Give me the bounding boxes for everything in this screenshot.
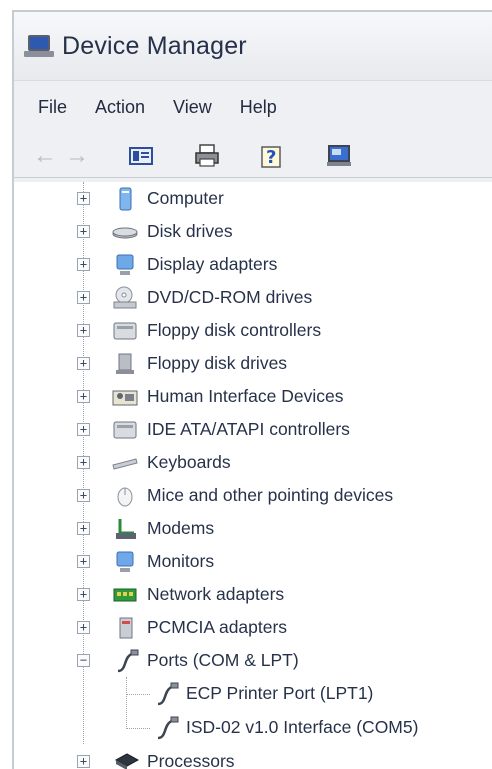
expand-icon[interactable]: + <box>77 390 90 403</box>
disk-drive-icon <box>112 220 138 244</box>
tree-item-label: DVD/CD-ROM drives <box>147 287 313 307</box>
tree-item-label: Monitors <box>147 551 215 571</box>
keyboard-icon <box>112 451 138 475</box>
floppy-controller-icon <box>112 319 138 343</box>
menu-view[interactable]: View <box>173 97 212 118</box>
menu-action[interactable]: Action <box>95 97 145 118</box>
tree-item-label: Floppy disk controllers <box>147 320 322 340</box>
collapse-icon[interactable]: − <box>77 654 90 667</box>
expand-icon[interactable]: + <box>77 423 90 436</box>
tree-item-label: Human Interface Devices <box>147 386 344 406</box>
menu-help[interactable]: Help <box>240 97 277 118</box>
port-icon <box>114 649 140 673</box>
hid-icon <box>112 385 138 409</box>
ide-controller-icon <box>112 418 138 442</box>
monitor-icon <box>114 550 140 574</box>
tree-item-label: ISD-02 v1.0 Interface (COM5) <box>186 717 419 737</box>
expand-icon[interactable]: + <box>77 258 90 271</box>
menu-bar: File Action View Help <box>14 80 492 134</box>
computer-icon <box>114 187 140 211</box>
expand-icon[interactable]: + <box>77 225 90 238</box>
help-icon[interactable]: ? <box>258 141 288 171</box>
properties-icon[interactable] <box>126 141 156 171</box>
network-adapter-icon <box>112 583 138 607</box>
port-icon <box>154 682 180 706</box>
tree-item-label: Ports (COM & LPT) <box>147 650 299 670</box>
back-icon[interactable]: ← <box>32 141 58 171</box>
tree-item-label: Processors <box>147 751 235 769</box>
tree-item-label: IDE ATA/ATAPI controllers <box>147 419 350 439</box>
tree-item-label: Mice and other pointing devices <box>147 485 394 505</box>
tree-item-label: Display adapters <box>147 254 278 274</box>
tree-item-label: PCMCIA adapters <box>147 617 288 637</box>
print-icon[interactable] <box>192 141 222 171</box>
expand-icon[interactable]: + <box>77 555 90 568</box>
window-title: Device Manager <box>62 31 247 60</box>
title-bar: Device Manager <box>14 12 492 80</box>
processor-icon <box>114 750 140 769</box>
device-manager-icon <box>24 33 56 59</box>
expand-icon[interactable]: + <box>77 522 90 535</box>
expand-icon[interactable]: + <box>77 456 90 469</box>
tree-item-label: Keyboards <box>147 452 231 472</box>
expand-icon[interactable]: + <box>77 755 90 768</box>
tree-item-label: ECP Printer Port (LPT1) <box>186 683 374 703</box>
expand-icon[interactable]: + <box>77 489 90 502</box>
expand-icon[interactable]: + <box>77 291 90 304</box>
tree-item-label: Computer <box>147 188 224 208</box>
scan-hardware-icon[interactable] <box>324 141 354 171</box>
svg-text:?: ? <box>266 147 276 168</box>
forward-icon[interactable]: → <box>64 141 90 171</box>
modem-icon <box>114 517 140 541</box>
menu-file[interactable]: File <box>38 97 67 118</box>
mouse-icon <box>114 484 140 508</box>
tree-item-label: Network adapters <box>147 584 285 604</box>
dvd-drive-icon <box>112 286 138 310</box>
floppy-drive-icon <box>114 352 140 376</box>
toolbar: ← → ? <box>14 134 492 178</box>
expand-icon[interactable]: + <box>77 588 90 601</box>
device-manager-window: Device Manager File Action View Help ← →… <box>12 10 492 769</box>
expand-icon[interactable]: + <box>77 324 90 337</box>
pcmcia-icon <box>116 616 142 640</box>
device-tree: + Computer + Disk drives + Display adapt… <box>14 182 492 769</box>
tree-item-label: Disk drives <box>147 221 233 241</box>
expand-icon[interactable]: + <box>77 621 90 634</box>
tree-item-label: Modems <box>147 518 215 538</box>
port-icon <box>154 716 180 740</box>
expand-icon[interactable]: + <box>77 192 90 205</box>
tree-item-label: Floppy disk drives <box>147 353 288 373</box>
display-adapter-icon <box>114 253 140 277</box>
expand-icon[interactable]: + <box>77 357 90 370</box>
